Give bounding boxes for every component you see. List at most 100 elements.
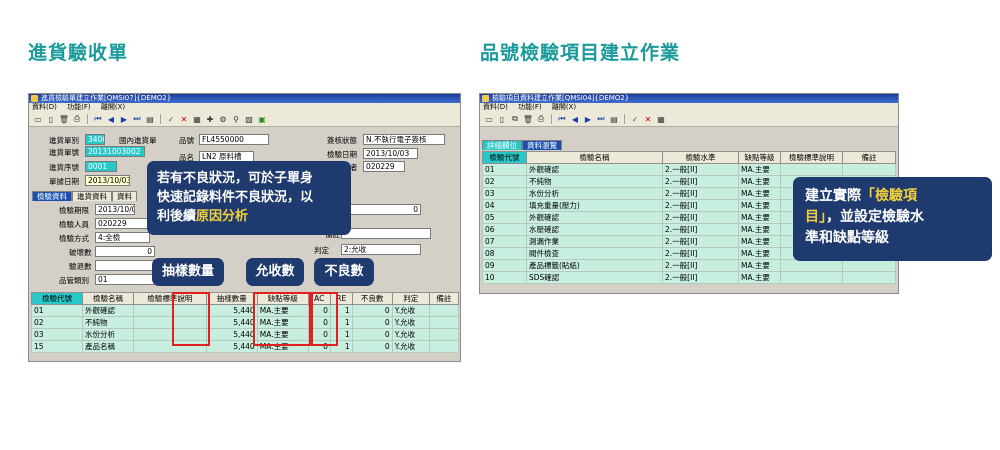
first-record-icon[interactable]: ⏮: [557, 114, 567, 124]
table-cell[interactable]: 5,440: [205, 316, 258, 329]
table-cell[interactable]: [842, 271, 896, 284]
table-cell[interactable]: 0: [351, 316, 393, 329]
table-cell[interactable]: 產品名稱: [81, 340, 134, 353]
table-cell[interactable]: [428, 304, 460, 317]
table-cell[interactable]: 5,440: [205, 340, 258, 353]
tab-browse[interactable]: 資料瀏覽: [522, 140, 562, 150]
table-cell[interactable]: 02: [482, 175, 527, 188]
table-cell[interactable]: MA.主要: [738, 247, 781, 260]
menu-function[interactable]: 功能(F): [518, 103, 542, 111]
table-cell[interactable]: Y.允收: [391, 328, 430, 341]
table-cell[interactable]: MA.主要: [738, 163, 781, 176]
table-cell[interactable]: 填充重量(壓力): [526, 199, 663, 212]
table-cell[interactable]: 03: [482, 187, 527, 200]
table-cell[interactable]: MA.主要: [738, 187, 781, 200]
tab-receipt[interactable]: 進貨資料: [72, 191, 112, 201]
table-cell[interactable]: MA.主要: [738, 259, 781, 272]
tab-detail-fields[interactable]: 詳細欄位: [482, 140, 522, 150]
col-level[interactable]: 檢驗水準: [662, 151, 739, 164]
new-doc-icon[interactable]: ▭: [33, 114, 43, 124]
table-cell[interactable]: 2.一般[II]: [662, 163, 739, 176]
table-row[interactable]: 01 外觀確認 5,440 MA.主要 0 1 0 Y.允收: [31, 304, 460, 317]
table-cell[interactable]: 不純物: [526, 175, 663, 188]
table-cell[interactable]: 閥件檢查: [526, 247, 663, 260]
col-note[interactable]: 備註: [842, 151, 896, 164]
table-cell[interactable]: 02: [31, 316, 83, 329]
table-cell[interactable]: MA.主要: [738, 211, 781, 224]
table-cell[interactable]: [842, 259, 896, 272]
col-defect[interactable]: 不良數: [351, 292, 393, 305]
table-cell[interactable]: 外觀確認: [81, 304, 134, 317]
table-cell[interactable]: 06: [482, 223, 527, 236]
table-cell[interactable]: 2.一般[II]: [662, 223, 739, 236]
table-row[interactable]: 02 不純物 5,440 MA.主要 0 1 0 Y.允收: [31, 316, 460, 329]
table-cell[interactable]: 2.一般[II]: [662, 259, 739, 272]
table-cell[interactable]: 水份分析: [526, 187, 663, 200]
table-cell[interactable]: 0: [351, 340, 393, 353]
table-cell[interactable]: 5,440: [205, 328, 258, 341]
seq-field[interactable]: 0001: [85, 161, 117, 172]
col-note[interactable]: 備註: [428, 292, 460, 305]
return-field[interactable]: [95, 260, 155, 271]
view-icon[interactable]: ▤: [609, 114, 619, 124]
period-field[interactable]: 2013/10/03: [95, 204, 135, 215]
confirm-icon[interactable]: ✓: [630, 114, 640, 124]
doc-no-field[interactable]: 20131003002: [85, 146, 145, 157]
open-icon[interactable]: ▯: [46, 114, 56, 124]
first-record-icon[interactable]: ⏮: [93, 114, 103, 124]
new-doc-icon[interactable]: ▭: [484, 114, 494, 124]
table-cell[interactable]: 0: [351, 328, 393, 341]
table-cell[interactable]: 05: [482, 211, 527, 224]
table-row[interactable]: 03 水份分析 5,440 MA.主要 0 1 0 Y.允收: [31, 328, 460, 341]
settings-icon[interactable]: ⚙: [218, 114, 228, 124]
table-cell[interactable]: MA.主要: [738, 199, 781, 212]
menu-function[interactable]: 功能(F): [67, 103, 91, 111]
table-cell[interactable]: 外觀確認: [526, 211, 663, 224]
tab-data[interactable]: 資料: [112, 191, 137, 201]
table-cell[interactable]: 01: [31, 304, 83, 317]
table-cell[interactable]: MA.主要: [738, 223, 781, 236]
right-qty-field[interactable]: 0: [341, 204, 421, 215]
table-cell[interactable]: [780, 163, 843, 176]
table-cell[interactable]: 15: [31, 340, 83, 353]
table-cell[interactable]: Y.允收: [391, 316, 430, 329]
add-icon[interactable]: ✚: [205, 114, 215, 124]
open-icon[interactable]: ▯: [497, 114, 507, 124]
table-cell[interactable]: 2.一般[II]: [662, 235, 739, 248]
mgmt-field[interactable]: 01: [95, 274, 155, 285]
table-cell[interactable]: 2.一般[II]: [662, 271, 739, 284]
prev-record-icon[interactable]: ◀: [570, 114, 580, 124]
table-cell[interactable]: MA.主要: [738, 271, 781, 284]
table-cell[interactable]: 2.一般[II]: [662, 187, 739, 200]
table-row[interactable]: 01 外觀確認 2.一般[II] MA.主要: [482, 163, 896, 176]
table-cell[interactable]: 08: [482, 247, 527, 260]
table-cell[interactable]: [428, 328, 460, 341]
confirm-icon[interactable]: ✓: [166, 114, 176, 124]
col-name[interactable]: 檢驗名稱: [81, 292, 134, 305]
table-cell[interactable]: [428, 340, 460, 353]
export-icon[interactable]: ▣: [257, 114, 267, 124]
prev-record-icon[interactable]: ◀: [106, 114, 116, 124]
col-defect-level[interactable]: 缺點等級: [738, 151, 781, 164]
pin-icon[interactable]: ⚲: [231, 114, 241, 124]
next-record-icon[interactable]: ▶: [119, 114, 129, 124]
copy-icon[interactable]: ⧉: [510, 114, 520, 124]
note-field[interactable]: [341, 228, 431, 239]
col-name[interactable]: 檢驗名稱: [526, 151, 663, 164]
table-cell[interactable]: [842, 163, 896, 176]
menu-data[interactable]: 資料(D): [32, 103, 57, 111]
table-cell[interactable]: 2.一般[II]: [662, 199, 739, 212]
table-cell[interactable]: 水壓確認: [526, 223, 663, 236]
table-cell[interactable]: 09: [482, 259, 527, 272]
print-icon[interactable]: ⎙: [536, 114, 546, 124]
date-field[interactable]: 2013/10/03: [85, 175, 130, 186]
status-select[interactable]: N.不執行電子簽核: [363, 134, 445, 145]
table-cell[interactable]: SDS確認: [526, 271, 663, 284]
judge-select[interactable]: 2:允收: [341, 244, 421, 255]
col-sample[interactable]: 抽樣數量: [205, 292, 258, 305]
last-record-icon[interactable]: ⏭: [596, 114, 606, 124]
table-cell[interactable]: Y.允收: [391, 304, 430, 317]
table-cell[interactable]: MA.主要: [738, 235, 781, 248]
table-cell[interactable]: 03: [31, 328, 83, 341]
print-icon[interactable]: ⎙: [72, 114, 82, 124]
